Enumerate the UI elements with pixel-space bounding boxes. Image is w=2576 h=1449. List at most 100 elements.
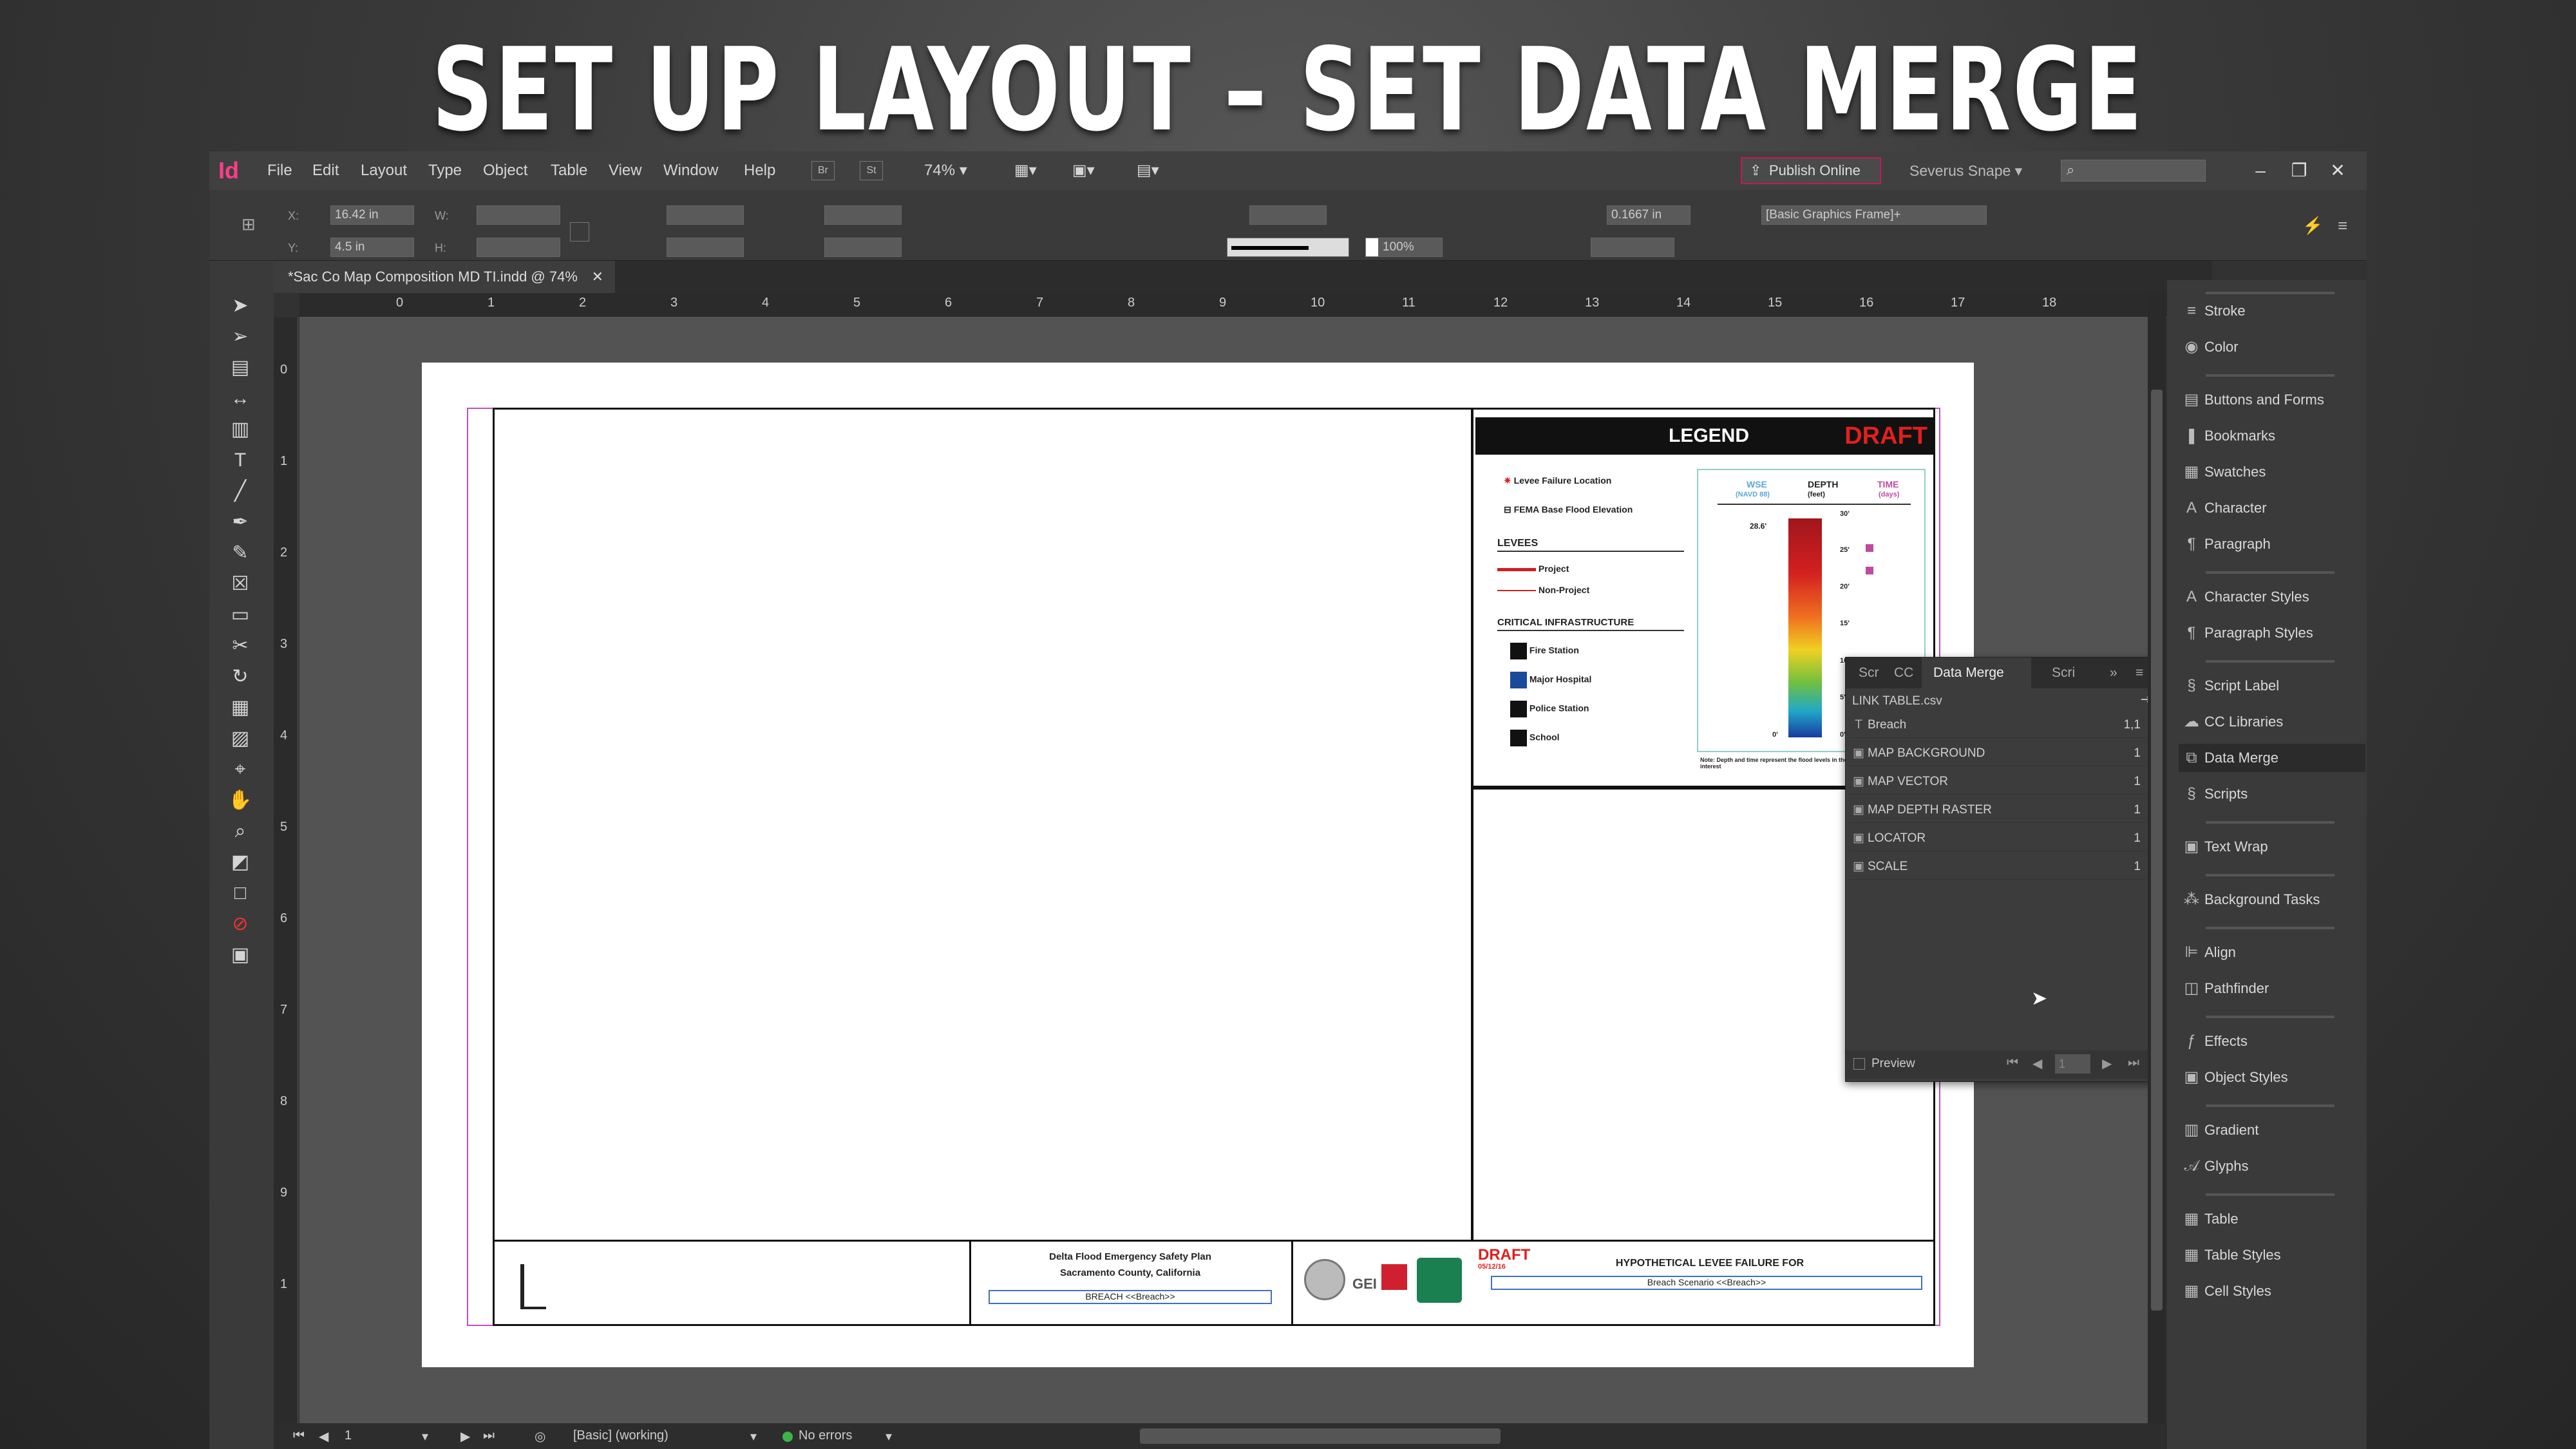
- stroke-type-field[interactable]: [1227, 238, 1349, 257]
- restore-button[interactable]: ❐: [2280, 151, 2318, 190]
- shear-field[interactable]: [824, 238, 902, 257]
- panel-group-grip[interactable]: [2206, 1104, 2334, 1107]
- pen-tool-icon[interactable]: ✒: [225, 509, 256, 535]
- panel-gradient[interactable]: ▥ Gradient: [2179, 1116, 2365, 1144]
- tab-scripts-short[interactable]: Scr: [1859, 658, 1884, 688]
- gap-tool-icon[interactable]: ↔: [225, 386, 256, 412]
- close-window-button[interactable]: ✕: [2318, 151, 2357, 190]
- horizontal-scroll-thumb[interactable]: [1140, 1428, 1501, 1444]
- auto-fit-field[interactable]: [1591, 238, 1674, 257]
- help-search-input[interactable]: ⌕: [2061, 160, 2206, 182]
- last-page-button[interactable]: ⏭: [483, 1428, 495, 1443]
- close-tab-icon[interactable]: ✕: [592, 261, 603, 293]
- publish-online-button[interactable]: ⇪ Publish Online: [1741, 157, 1881, 184]
- profile-dropdown-icon[interactable]: ▾: [750, 1428, 757, 1444]
- zoom-level-dropdown[interactable]: 74% ▾: [924, 151, 967, 190]
- data-merge-panel[interactable]: Scr CC Data Merge Scri » ≡ LINK TABLE.cs…: [1845, 657, 2161, 1082]
- panel-character-styles[interactable]: A Character Styles: [2179, 583, 2365, 611]
- tab-scripts-2[interactable]: Scri: [2052, 658, 2090, 688]
- menu-object[interactable]: Object: [483, 151, 527, 190]
- data-field-row[interactable]: ▣ LOCATOR 1: [1850, 826, 2146, 851]
- height-field[interactable]: [477, 238, 560, 257]
- page-number-field[interactable]: 1: [345, 1428, 352, 1443]
- eyedropper-tool-icon[interactable]: ⌖: [225, 757, 256, 782]
- line-tool-icon[interactable]: ╱: [225, 478, 256, 504]
- panel-character[interactable]: A Character: [2179, 494, 2365, 522]
- note-tool-icon[interactable]: ▨: [225, 726, 256, 752]
- breach-merge-field[interactable]: BREACH <<Breach>>: [989, 1290, 1272, 1304]
- panel-group-grip[interactable]: [2206, 1193, 2334, 1196]
- width-field[interactable]: [477, 205, 560, 225]
- next-page-button[interactable]: ▶: [460, 1428, 470, 1444]
- apply-none-icon[interactable]: ⊘: [225, 911, 256, 937]
- rotation-field[interactable]: [824, 205, 902, 225]
- gradient-swatch-tool-icon[interactable]: ▦: [225, 695, 256, 721]
- rectangle-tool-icon[interactable]: ▭: [225, 602, 256, 628]
- direct-selection-tool-icon[interactable]: ➢: [225, 324, 256, 350]
- panel-align[interactable]: ⊫ Align: [2179, 938, 2365, 967]
- page-tool-icon[interactable]: ▤: [225, 355, 256, 381]
- panel-paragraph[interactable]: ¶ Paragraph: [2179, 530, 2365, 558]
- menu-window[interactable]: Window: [663, 151, 718, 190]
- rectangle-frame-tool-icon[interactable]: ☒: [225, 571, 256, 597]
- panel-group-grip[interactable]: [2206, 292, 2334, 294]
- data-field-row[interactable]: T Breach 1,1: [1850, 712, 2146, 738]
- panel-group-grip[interactable]: [2206, 660, 2334, 663]
- panel-text-wrap[interactable]: ▣ Text Wrap: [2179, 833, 2365, 861]
- data-field-row[interactable]: ▣ MAP DEPTH RASTER 1: [1850, 797, 2146, 823]
- first-record-button[interactable]: ⏮: [2007, 1056, 2018, 1070]
- panel-effects[interactable]: ƒ Effects: [2179, 1027, 2365, 1056]
- panel-group-grip[interactable]: [2206, 1016, 2334, 1018]
- arrange-documents-icon[interactable]: ▤▾: [1137, 151, 1159, 190]
- panel-cell-styles[interactable]: ▦ Cell Styles: [2179, 1277, 2365, 1305]
- panel-cc-libraries[interactable]: ☁ CC Libraries: [2179, 708, 2365, 736]
- x-position-field[interactable]: 16.42 in: [330, 205, 414, 225]
- menu-table[interactable]: Table: [551, 151, 587, 190]
- content-collector-icon[interactable]: ▥: [225, 417, 256, 442]
- free-transform-tool-icon[interactable]: ↻: [225, 664, 256, 690]
- previous-page-button[interactable]: ◀: [319, 1428, 328, 1444]
- panel-table-styles[interactable]: ▦ Table Styles: [2179, 1241, 2365, 1269]
- opacity-field[interactable]: 100%: [1378, 238, 1443, 257]
- scenario-merge-field[interactable]: Breach Scenario <<Breach>>: [1491, 1276, 1922, 1290]
- panel-group-grip[interactable]: [2206, 874, 2334, 876]
- next-record-button[interactable]: ▶: [2102, 1056, 2112, 1072]
- map-frame[interactable]: [493, 408, 1473, 1242]
- menu-view[interactable]: View: [609, 151, 642, 190]
- preflight-icon[interactable]: ◎: [535, 1428, 545, 1444]
- panel-script-label[interactable]: § Script Label: [2179, 672, 2365, 700]
- page-dropdown-icon[interactable]: ▾: [422, 1428, 428, 1444]
- expand-panel-icon[interactable]: »: [2110, 658, 2129, 688]
- panel-stroke[interactable]: ≡ Stroke: [2179, 297, 2365, 325]
- hand-tool-icon[interactable]: ✋: [225, 788, 256, 813]
- type-tool-icon[interactable]: T: [225, 448, 256, 473]
- panel-swatches[interactable]: ▦ Swatches: [2179, 458, 2365, 486]
- menu-help[interactable]: Help: [744, 151, 775, 190]
- panel-glyphs[interactable]: 𝒜 Glyphs: [2179, 1152, 2365, 1180]
- panel-color[interactable]: ◉ Color: [2179, 333, 2365, 361]
- offset-field[interactable]: 0.1667 in: [1607, 205, 1690, 225]
- panel-paragraph-styles[interactable]: ¶ Paragraph Styles: [2179, 619, 2365, 647]
- scissors-tool-icon[interactable]: ✂: [225, 633, 256, 659]
- selection-tool-icon[interactable]: ➤: [225, 293, 256, 319]
- scale-y-field[interactable]: [667, 238, 744, 257]
- first-page-button[interactable]: ⏮: [293, 1428, 305, 1443]
- object-style-dropdown[interactable]: [Basic Graphics Frame]+: [1761, 205, 1987, 225]
- error-status[interactable]: No errors: [799, 1428, 852, 1443]
- previous-record-button[interactable]: ◀: [2032, 1056, 2042, 1072]
- menu-layout[interactable]: Layout: [361, 151, 407, 190]
- menu-file[interactable]: File: [267, 151, 292, 190]
- last-record-button[interactable]: ⏭: [2128, 1056, 2139, 1070]
- reference-point-icon[interactable]: ⊞: [242, 214, 261, 234]
- tab-cc-libraries-short[interactable]: CC: [1894, 658, 1920, 688]
- screen-mode-tool-icon[interactable]: ▣: [225, 942, 256, 968]
- fill-stroke-icon[interactable]: ◩: [225, 849, 256, 875]
- menu-edit[interactable]: Edit: [312, 151, 339, 190]
- horizontal-ruler[interactable]: 0 1 2 3 4 5 6 7 8 9 10 11 12 13 14 15 16…: [299, 293, 2219, 317]
- view-options-icon[interactable]: ▦▾: [1014, 151, 1037, 190]
- quick-apply-icon[interactable]: ⚡: [2302, 216, 2323, 235]
- menu-type[interactable]: Type: [428, 151, 462, 190]
- data-field-row[interactable]: ▣ MAP VECTOR 1: [1850, 769, 2146, 795]
- panel-background-tasks[interactable]: ⁂ Background Tasks: [2179, 886, 2365, 914]
- document-tab[interactable]: *Sac Co Map Composition MD TI.indd @ 74%…: [274, 261, 615, 293]
